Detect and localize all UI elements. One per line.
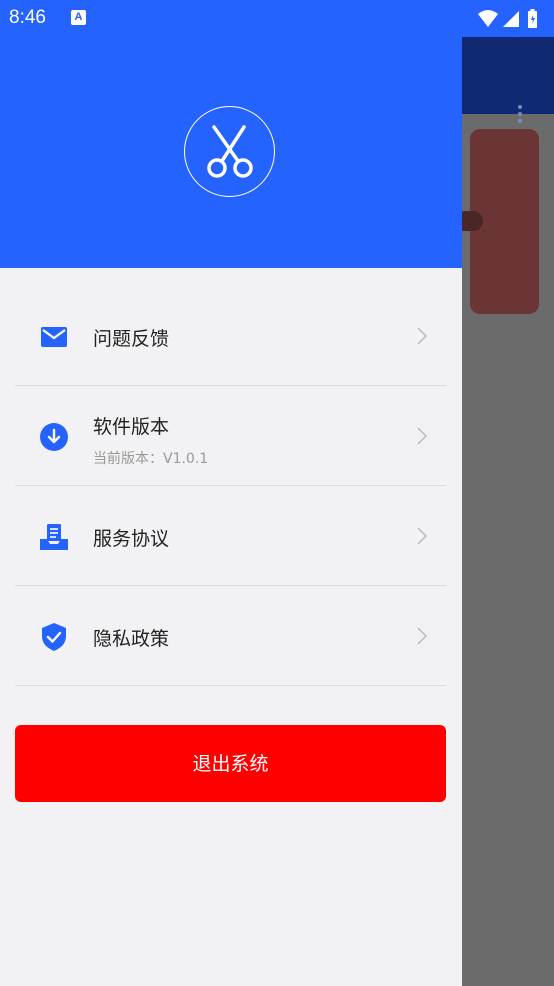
overflow-menu-icon[interactable] (518, 105, 522, 126)
status-time: 8:46 (9, 7, 46, 28)
wifi-icon (478, 10, 498, 27)
signal-icon (503, 11, 519, 27)
menu-item-feedback[interactable]: 问题反馈 (15, 286, 446, 386)
menu-item-version[interactable]: 软件版本 当前版本：V1.0.1 (15, 386, 446, 486)
shield-check-icon (42, 623, 66, 651)
menu-item-label: 问题反馈 (93, 328, 170, 350)
status-bar: 8:46 A (0, 0, 554, 37)
system-icons (476, 8, 546, 34)
menu-item-label: 隐私政策 (93, 628, 170, 650)
scissors-icon (207, 125, 253, 178)
chevron-right-icon (417, 627, 428, 645)
menu-item-label: 服务协议 (93, 528, 170, 550)
drawer-menu: 问题反馈 软件版本 当前版本：V1.0.1 服务协议 隐私政策 (15, 286, 446, 686)
version-text: 当前版本：V1.0.1 (93, 451, 209, 467)
download-icon (40, 423, 68, 451)
chevron-right-icon (417, 327, 428, 345)
document-tray-icon (40, 524, 68, 550)
drawer-header (0, 0, 462, 268)
menu-item-label: 软件版本 (93, 416, 170, 438)
mail-icon (41, 327, 67, 347)
battery-icon (528, 9, 537, 28)
menu-item-service-agreement[interactable]: 服务协议 (15, 486, 446, 586)
navigation-drawer: 问题反馈 软件版本 当前版本：V1.0.1 服务协议 隐私政策 退出系统 (0, 0, 462, 986)
chevron-right-icon (417, 427, 428, 445)
app-logo (184, 106, 275, 197)
chevron-right-icon (417, 527, 428, 545)
menu-item-privacy-policy[interactable]: 隐私政策 (15, 586, 446, 686)
notification-icon: A (71, 10, 86, 25)
logout-button[interactable]: 退出系统 (15, 725, 446, 802)
